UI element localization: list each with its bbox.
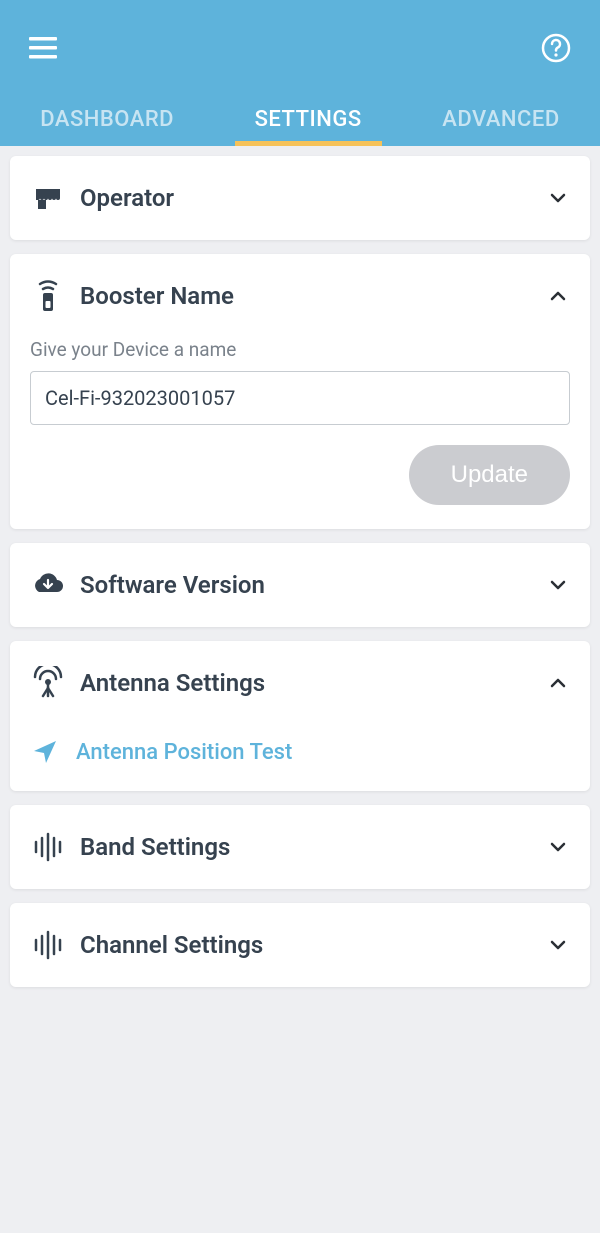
card-software-version-title: Software Version (80, 571, 546, 599)
update-button[interactable]: Update (409, 445, 570, 505)
booster-name-input[interactable] (30, 371, 570, 425)
chevron-down-icon (546, 186, 570, 210)
card-antenna-settings: Antenna Settings Antenna Position Test (10, 641, 590, 791)
card-software-version: Software Version (10, 543, 590, 627)
card-booster-name: Booster Name Give your Device a name Upd… (10, 254, 590, 529)
top-bar (0, 0, 600, 96)
help-button[interactable] (536, 28, 576, 68)
operator-icon (30, 180, 66, 216)
chevron-up-icon (546, 284, 570, 308)
chevron-down-icon (546, 835, 570, 859)
card-software-version-header[interactable]: Software Version (10, 543, 590, 627)
booster-name-label: Give your Device a name (30, 338, 570, 361)
card-booster-name-body: Give your Device a name Update (10, 338, 590, 529)
antenna-position-test-label: Antenna Position Test (76, 740, 292, 765)
cloud-download-icon (30, 567, 66, 603)
card-channel-settings: Channel Settings (10, 903, 590, 987)
card-booster-name-title: Booster Name (80, 282, 546, 310)
card-booster-name-header[interactable]: Booster Name (10, 254, 590, 338)
equalizer-icon (30, 927, 66, 963)
card-operator: Operator (10, 156, 590, 240)
card-band-settings-header[interactable]: Band Settings (10, 805, 590, 889)
equalizer-icon (30, 829, 66, 865)
navigate-icon (30, 737, 60, 767)
antenna-position-test-link[interactable]: Antenna Position Test (10, 725, 590, 791)
card-channel-settings-header[interactable]: Channel Settings (10, 903, 590, 987)
card-band-settings: Band Settings (10, 805, 590, 889)
tab-settings[interactable]: SETTINGS (235, 95, 382, 146)
app-header: DASHBOARD SETTINGS ADVANCED (0, 0, 600, 146)
card-band-settings-title: Band Settings (80, 833, 546, 861)
settings-content: Operator Booster Name Give your Device a… (0, 146, 600, 1011)
tab-dashboard[interactable]: DASHBOARD (20, 95, 194, 146)
help-icon (541, 33, 571, 63)
antenna-icon (30, 665, 66, 701)
chevron-up-icon (546, 671, 570, 695)
card-channel-settings-title: Channel Settings (80, 931, 546, 959)
card-antenna-settings-header[interactable]: Antenna Settings (10, 641, 590, 725)
card-antenna-settings-title: Antenna Settings (80, 669, 546, 697)
menu-button[interactable] (24, 28, 64, 68)
chevron-down-icon (546, 573, 570, 597)
booster-icon (30, 278, 66, 314)
tab-bar: DASHBOARD SETTINGS ADVANCED (0, 96, 600, 146)
update-row: Update (30, 445, 570, 505)
hamburger-icon (29, 37, 59, 59)
card-operator-title: Operator (80, 184, 546, 212)
tab-advanced[interactable]: ADVANCED (422, 95, 579, 146)
card-operator-header[interactable]: Operator (10, 156, 590, 240)
chevron-down-icon (546, 933, 570, 957)
